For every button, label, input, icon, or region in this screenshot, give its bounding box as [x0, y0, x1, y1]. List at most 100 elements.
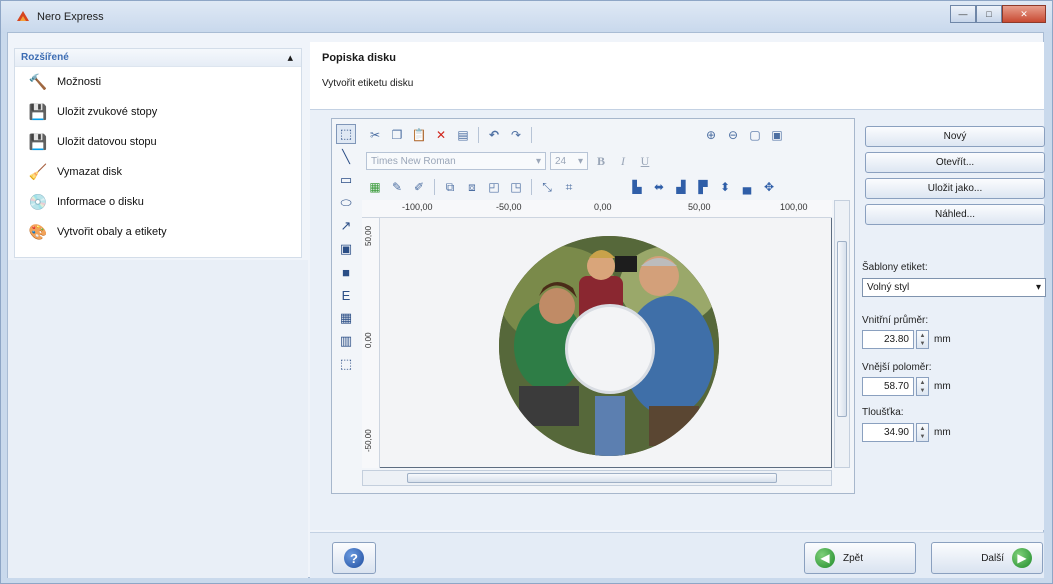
zoom-out-icon[interactable]: ⊖	[724, 126, 742, 144]
save-as-button[interactable]: Uložit jako...	[865, 178, 1045, 199]
inner-diameter-stepper[interactable]: ▲ ▼	[916, 330, 929, 349]
help-button[interactable]: ?	[332, 542, 376, 574]
font-size-value: 24	[555, 155, 567, 167]
disc-center-hole	[565, 304, 655, 394]
vertical-scrollbar[interactable]	[834, 200, 850, 468]
align-top-icon[interactable]: ▛	[694, 178, 712, 196]
outer-radius-unit: mm	[934, 381, 951, 392]
bold-button[interactable]: B	[592, 152, 610, 170]
underline-button[interactable]: U	[636, 152, 654, 170]
window-controls: — □ ✕	[950, 5, 1046, 23]
sidebar-item-erase-disc[interactable]: 🧹 Vymazat disk	[15, 157, 301, 187]
rectangle-tool-icon[interactable]: ▭	[336, 170, 356, 190]
sidebar-item-save-data[interactable]: 💾 Uložit datovou stopu	[15, 127, 301, 157]
pen-icon[interactable]: ✎	[388, 178, 406, 196]
ruler-label: 100,00	[780, 202, 808, 212]
align-left-icon[interactable]: ▙	[628, 178, 646, 196]
toolbar-arrange: ▦ ✎ ✐ ⧉ ⧈ ◰ ◳ ⤡ ⌗ ▙ ⬌ ▟ ▛ ⬍ ▄ ✥	[366, 176, 778, 198]
inner-diameter-input[interactable]: 23.80	[862, 330, 914, 349]
font-family-value: Times New Roman	[371, 155, 456, 167]
delete-icon[interactable]: ✕	[432, 126, 450, 144]
scroll-thumb[interactable]	[837, 241, 847, 417]
background-tool-icon[interactable]: ▥	[336, 331, 356, 351]
zoom-in-icon[interactable]: ⊕	[702, 126, 720, 144]
bring-front-icon[interactable]: ◰	[485, 178, 503, 196]
open-button[interactable]: Otevřít...	[865, 152, 1045, 173]
sidebar-item-label: Uložit datovou stopu	[57, 136, 157, 148]
page-header: Popiska disku Vytvořit etiketu disku	[310, 42, 1044, 110]
back-button[interactable]: ◀ Zpět	[804, 542, 916, 574]
toolbar-font: Times New Roman ▾ 24 ▾ B I U	[366, 150, 654, 172]
horizontal-scrollbar[interactable]	[362, 470, 832, 486]
thickness-stepper[interactable]: ▲ ▼	[916, 423, 929, 442]
page-subtitle: Vytvořit etiketu disku	[322, 78, 414, 89]
outer-radius-stepper[interactable]: ▲ ▼	[916, 377, 929, 396]
text-tool-icon[interactable]: E	[336, 285, 356, 305]
chevron-down-icon: ▾	[577, 155, 583, 167]
hammer-icon: 🔨	[28, 74, 48, 91]
redo-icon[interactable]: ↷	[507, 126, 525, 144]
cover-icon: 🎨	[28, 224, 48, 241]
sidebar-item-options[interactable]: 🔨 Možnosti	[15, 67, 301, 97]
group-icon[interactable]: ⧉	[441, 178, 459, 196]
back-arrow-icon: ◀	[815, 548, 835, 568]
ruler-label: -100,00	[402, 202, 433, 212]
help-icon: ?	[344, 548, 364, 568]
maximize-button[interactable]: □	[976, 5, 1002, 23]
properties-icon[interactable]: ▤	[454, 126, 472, 144]
brush-icon[interactable]: ✐	[410, 178, 428, 196]
select-tool-icon[interactable]: ⬚	[336, 124, 356, 144]
ellipse-tool-icon[interactable]: ⬭	[336, 193, 356, 213]
crop-icon[interactable]: ⌗	[560, 178, 578, 196]
send-back-icon[interactable]: ◳	[507, 178, 525, 196]
color-icon[interactable]: ▦	[366, 178, 384, 196]
sidebar-item-disc-info[interactable]: 💿 Informace o disku	[15, 187, 301, 217]
preview-button[interactable]: Náhled...	[865, 204, 1045, 225]
align-center-icon[interactable]: ⬌	[650, 178, 668, 196]
font-family-select[interactable]: Times New Roman ▾	[366, 152, 546, 170]
image-tool-icon[interactable]: ▣	[336, 239, 356, 259]
thickness-input[interactable]: 34.90	[862, 423, 914, 442]
zoom-page-icon[interactable]: ▢	[746, 126, 764, 144]
paste-icon[interactable]: 📋	[410, 126, 428, 144]
ruler-label: 0,00	[364, 332, 373, 348]
fill-tool-icon[interactable]: ■	[336, 262, 356, 282]
inner-diameter-unit: mm	[934, 334, 951, 345]
sidebar: Rozšířené ▴ 🔨 Možnosti 💾 Uložit zvukové …	[14, 48, 302, 258]
placeholder-tool-icon[interactable]: ⬚	[336, 354, 356, 374]
align-middle-icon[interactable]: ⬍	[716, 178, 734, 196]
zoom-fit-icon[interactable]: ▣	[768, 126, 786, 144]
ruler-label: 50,00	[364, 225, 373, 246]
font-size-select[interactable]: 24 ▾	[550, 152, 588, 170]
outer-radius-input[interactable]: 58.70	[862, 377, 914, 396]
disc-info-icon: 💿	[28, 194, 48, 211]
inner-diameter-label: Vnitřní průměr:	[862, 315, 929, 326]
copy-icon[interactable]: ❐	[388, 126, 406, 144]
size-icon[interactable]: ⤡	[538, 178, 556, 196]
center-icon[interactable]: ✥	[760, 178, 778, 196]
picture-tool-icon[interactable]: ▦	[336, 308, 356, 328]
align-bottom-icon[interactable]: ▄	[738, 178, 756, 196]
drawing-tools: ⬚ ╲ ▭ ⬭ ↗ ▣ ■ E ▦ ▥ ⬚	[333, 122, 359, 492]
sidebar-item-covers-labels[interactable]: 🎨 Vytvořit obaly a etikety	[15, 217, 301, 247]
italic-button[interactable]: I	[614, 152, 632, 170]
scroll-thumb[interactable]	[407, 473, 777, 483]
sidebar-header[interactable]: Rozšířené ▴	[15, 49, 301, 67]
undo-icon[interactable]: ↶	[485, 126, 503, 144]
sidebar-header-label: Rozšířené	[21, 52, 69, 63]
ungroup-icon[interactable]: ⧈	[463, 178, 481, 196]
next-button[interactable]: Další ▶	[931, 542, 1043, 574]
arc-text-tool-icon[interactable]: ↗	[336, 216, 356, 236]
align-right-icon[interactable]: ▟	[672, 178, 690, 196]
ruler-label: -50,00	[496, 202, 522, 212]
save-audio-icon: 💾	[28, 104, 48, 121]
cut-icon[interactable]: ✂	[366, 126, 384, 144]
template-select[interactable]: Volný styl ▾	[862, 278, 1046, 297]
sidebar-item-save-audio[interactable]: 💾 Uložit zvukové stopy	[15, 97, 301, 127]
close-button[interactable]: ✕	[1002, 5, 1046, 23]
line-tool-icon[interactable]: ╲	[336, 147, 356, 167]
collapse-arrow-icon[interactable]: ▴	[287, 51, 293, 64]
sidebar-item-label: Uložit zvukové stopy	[57, 106, 158, 118]
new-button[interactable]: Nový	[865, 126, 1045, 147]
minimize-button[interactable]: —	[950, 5, 976, 23]
